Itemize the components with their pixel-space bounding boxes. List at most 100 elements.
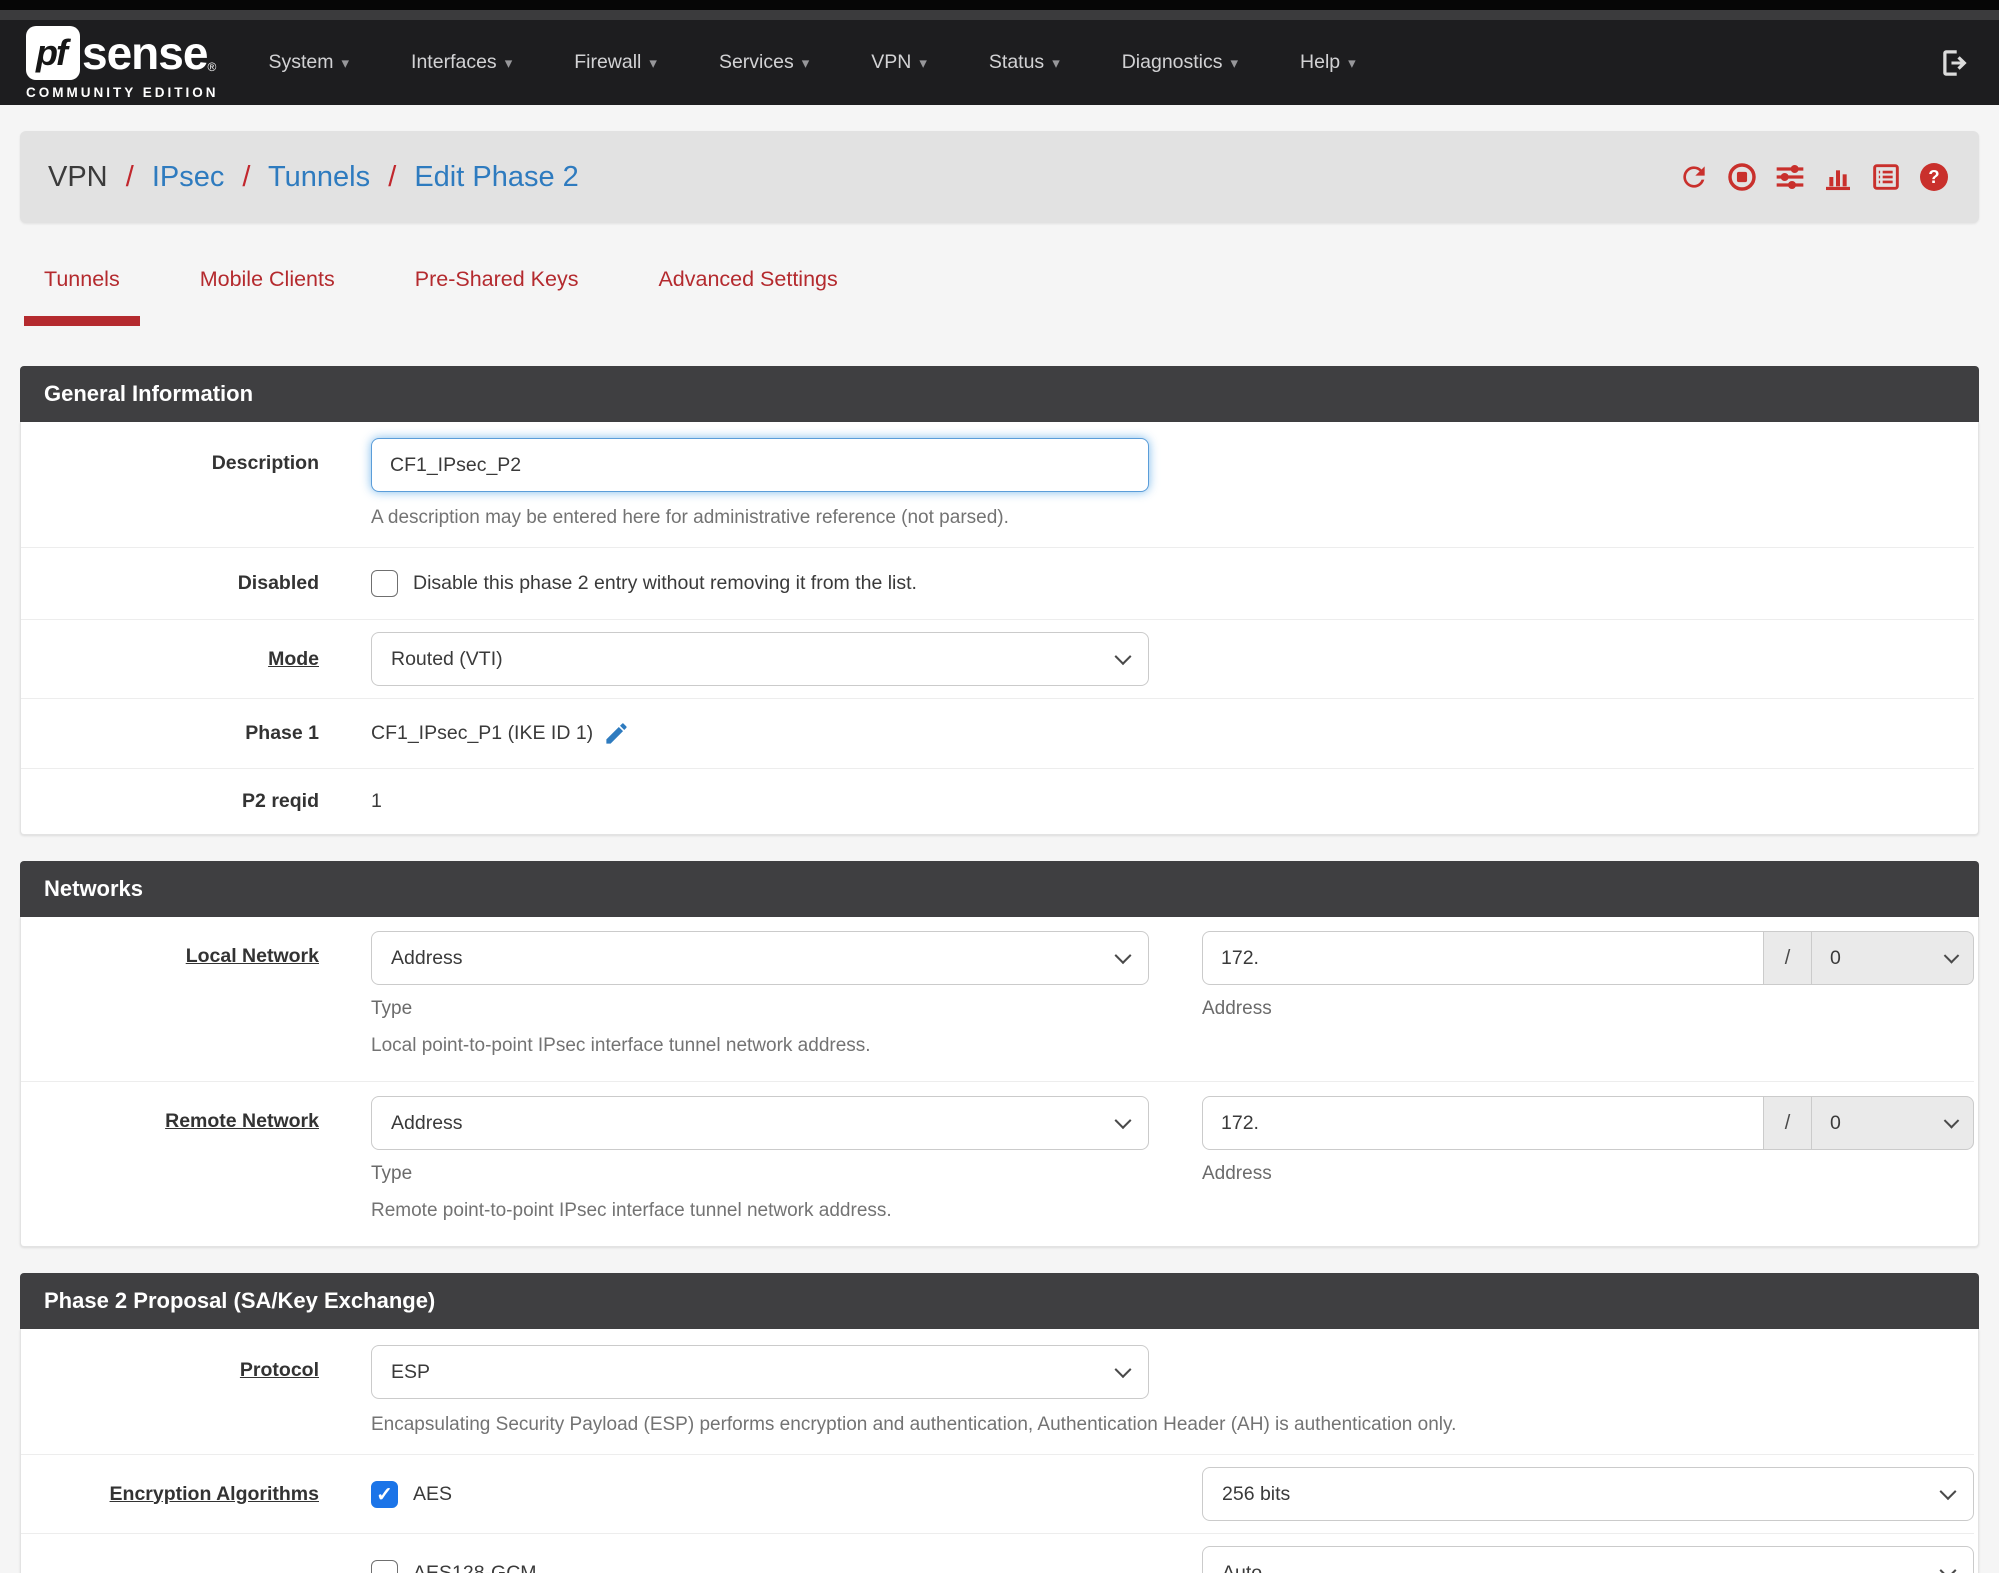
remote-network-prefix-separator: / [1764,1096,1812,1150]
refresh-icon[interactable] [1677,160,1711,194]
menu-diagnostics[interactable]: Diagnostics [1122,41,1238,84]
section-phase2-proposal: Phase 2 Proposal (SA/Key Exchange) Proto… [20,1273,1979,1573]
local-network-address-caption: Address [1202,998,1272,1019]
section-general-information: General Information Description A descri… [20,366,1979,835]
section-title: Phase 2 Proposal (SA/Key Exchange) [20,1273,1979,1329]
local-network-prefix-select[interactable]: 0 [1812,931,1974,985]
mode-select[interactable]: Routed (VTI) [371,632,1149,686]
phase1-value: CF1_IPsec_P1 (IKE ID 1) [371,722,594,744]
protocol-select-value: ESP [391,1360,431,1383]
breadcrumb-link-ipsec[interactable]: IPsec [152,161,225,193]
aes-checkbox[interactable] [371,1480,398,1508]
phase1-row: Phase 1 CF1_IPsec_P1 (IKE ID 1) [21,698,1974,768]
remote-network-help: Remote point-to-point IPsec interface tu… [371,1200,892,1221]
main-menu: System Interfaces Firewall Services VPN … [269,41,1940,84]
local-network-row: Local Network Address Type / [21,917,1974,1081]
pencil-icon[interactable] [603,720,630,747]
p2-reqid-value: 1 [371,790,382,812]
breadcrumb-separator: / [242,160,251,193]
remote-network-address-caption: Address [1202,1163,1272,1184]
breadcrumb-separator: / [388,160,397,193]
description-help: A description may be entered here for ad… [371,507,1009,528]
breadcrumb: VPN / IPsec / Tunnels / Edit Phase 2 ? [20,131,1979,223]
disabled-label: Disabled [237,572,319,594]
tab-pre-shared-keys[interactable]: Pre-Shared Keys [395,267,599,326]
sliders-icon[interactable] [1773,160,1807,194]
protocol-label: Protocol [239,1359,319,1381]
protocol-row: Protocol ESP Encapsulating Security Payl… [21,1329,1974,1454]
breadcrumb-root: VPN [48,160,108,193]
description-input[interactable] [371,438,1149,492]
page-action-icons: ? [1677,160,1951,194]
disabled-checkbox[interactable] [371,570,398,597]
description-label: Description [211,452,319,474]
ipsec-tabs: Tunnels Mobile Clients Pre-Shared Keys A… [24,267,1979,326]
protocol-select[interactable]: ESP [371,1345,1149,1399]
breadcrumb-separator: / [125,160,134,193]
tab-tunnels[interactable]: Tunnels [24,267,140,326]
remote-network-prefix-select[interactable]: 0 [1812,1096,1974,1150]
section-title: General Information [20,366,1979,422]
aes128gcm-keylen-value: Auto [1222,1561,1263,1573]
local-network-type-caption: Type [371,998,413,1019]
local-network-address-input[interactable] [1202,931,1764,985]
menu-status[interactable]: Status [989,41,1060,84]
aes128gcm-label: AES128-GCM [413,1561,537,1573]
menu-services[interactable]: Services [719,41,809,84]
p2-reqid-label: P2 reqid [242,790,319,812]
pfsense-logo[interactable]: pf sense ® COMMUNITY EDITION [26,25,219,100]
menu-vpn[interactable]: VPN [871,41,927,84]
disabled-row: Disabled Disable this phase 2 entry with… [21,547,1974,619]
encryption-algorithms-label: Encryption Algorithms [109,1482,319,1505]
local-network-type-value: Address [391,946,463,969]
logo-subtitle: COMMUNITY EDITION [26,84,219,100]
remote-network-label: Remote Network [165,1110,319,1132]
menu-help[interactable]: Help [1300,41,1356,84]
menu-interfaces[interactable]: Interfaces [411,41,512,84]
section-networks: Networks Local Network Address Type 172.… [20,861,1979,1247]
mode-select-value: Routed (VTI) [391,647,503,670]
p2-reqid-row: P2 reqid 1 [21,768,1974,834]
local-network-prefix-separator: / [1764,931,1812,985]
menu-system[interactable]: System [269,41,350,84]
remote-network-prefix-value: 0 [1830,1111,1841,1134]
tab-mobile-clients[interactable]: Mobile Clients [180,267,355,326]
description-row: Description A description may be entered… [21,422,1974,547]
window-title-strip [0,10,1999,20]
encryption-algorithms-row: Encryption Algorithms AES 256 bits [21,1454,1974,1533]
logo-wordmark: sense [82,26,208,79]
aes-keylen-value: 256 bits [1222,1482,1291,1505]
aes128gcm-row: AES128-GCM Auto [21,1533,1974,1573]
local-network-prefix-value: 0 [1830,946,1841,969]
remote-network-type-caption: Type [371,1163,413,1184]
aes128gcm-checkbox[interactable] [371,1559,398,1573]
local-network-label: Local Network [185,945,319,967]
menu-firewall[interactable]: Firewall [574,41,657,84]
phase1-label: Phase 1 [245,722,319,744]
log-list-icon[interactable] [1869,160,1903,194]
remote-network-address-input[interactable] [1202,1096,1764,1150]
help-icon[interactable]: ? [1917,160,1951,194]
window-top-strip [0,0,1999,10]
protocol-help: Encapsulating Security Payload (ESP) per… [371,1414,1457,1435]
breadcrumb-link-edit-phase-2[interactable]: Edit Phase 2 [414,161,578,193]
aes-keylen-select[interactable]: 256 bits [1202,1467,1974,1521]
aes128gcm-keylen-select[interactable]: Auto [1202,1546,1974,1573]
breadcrumb-link-tunnels[interactable]: Tunnels [268,161,370,193]
local-network-help: Local point-to-point IPsec interface tun… [371,1035,871,1056]
disabled-checkbox-label: Disable this phase 2 entry without remov… [413,572,917,594]
top-navbar: pf sense ® COMMUNITY EDITION System Inte… [0,20,1999,105]
mode-row: Mode Routed (VTI) [21,619,1974,698]
local-network-type-select[interactable]: Address [371,931,1149,985]
bar-chart-icon[interactable] [1821,160,1855,194]
pf-logo-mark: pf [26,25,80,80]
remote-network-type-value: Address [391,1111,463,1134]
mode-label: Mode [268,647,319,670]
section-title: Networks [20,861,1979,917]
sign-out-icon[interactable] [1939,46,1973,80]
registered-mark: ® [207,59,217,74]
tab-advanced-settings[interactable]: Advanced Settings [638,267,857,326]
remote-network-type-select[interactable]: Address [371,1096,1149,1150]
stop-circle-icon[interactable] [1725,160,1759,194]
aes-label: AES [413,1482,453,1505]
